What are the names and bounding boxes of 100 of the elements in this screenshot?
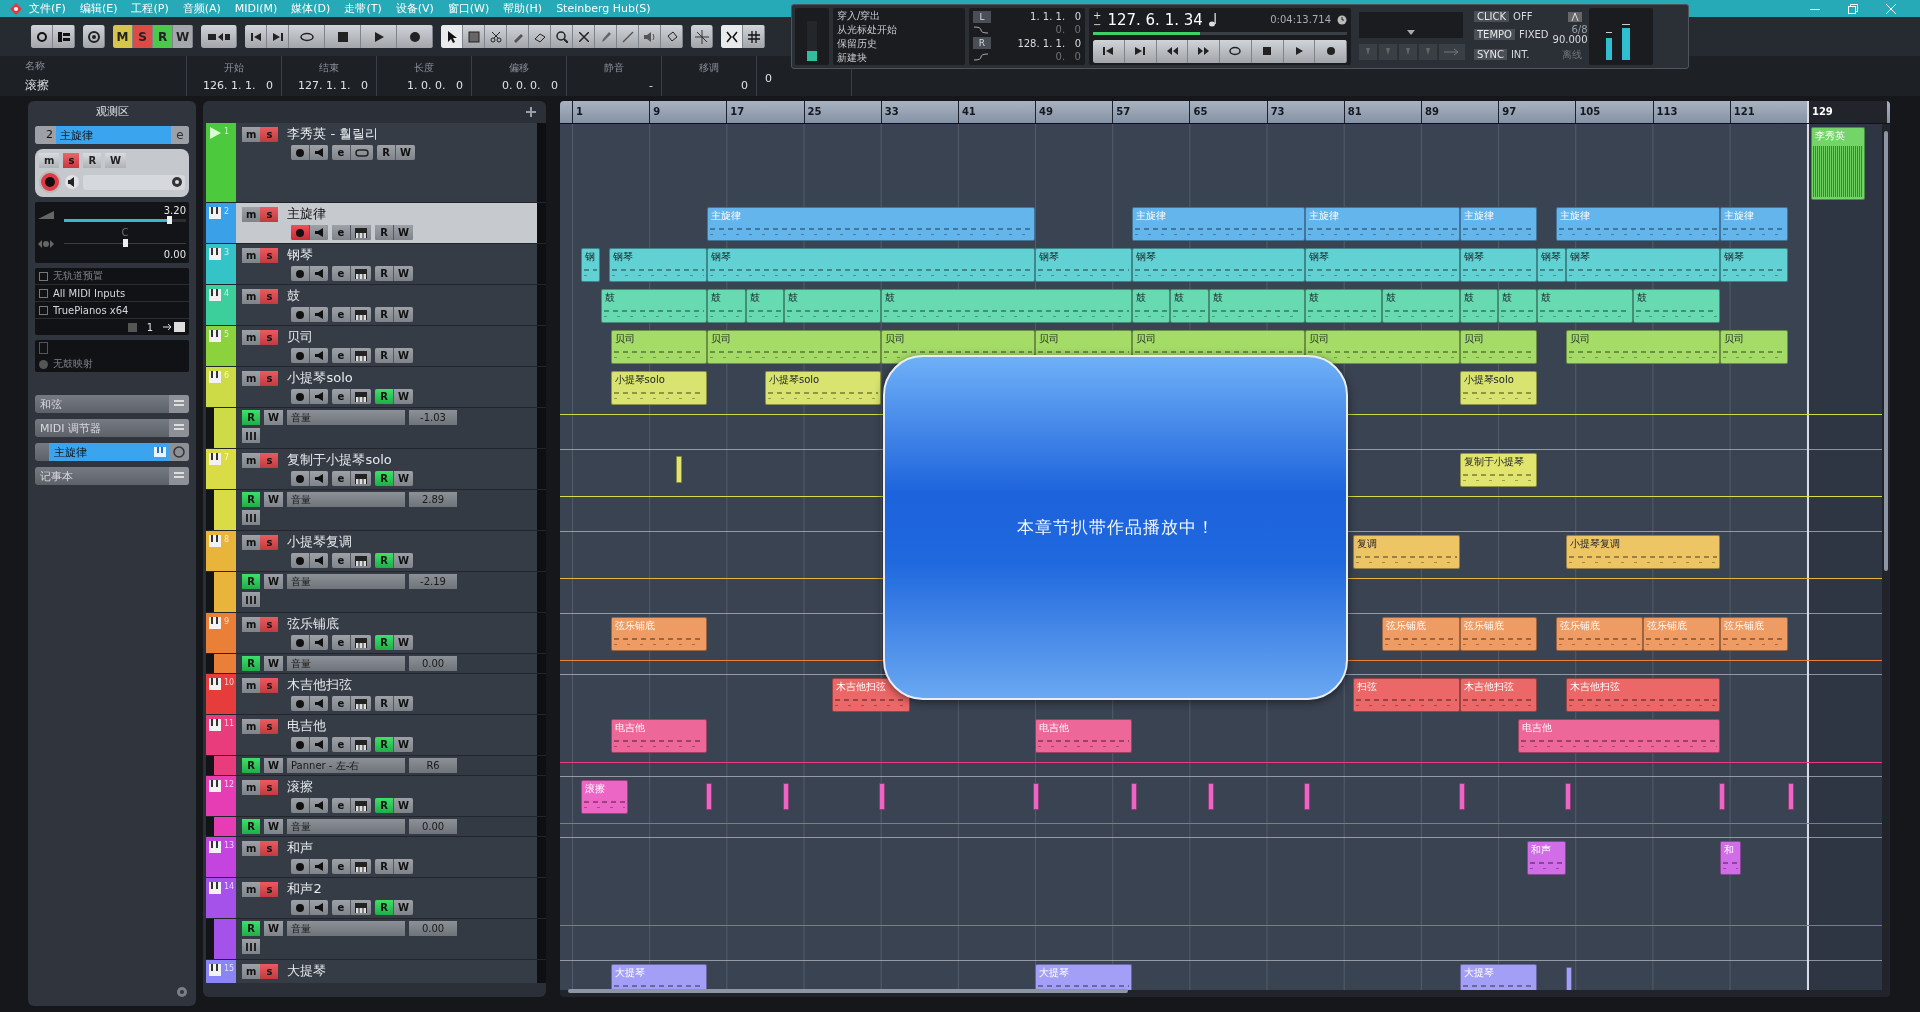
record-button[interactable] [291,348,309,363]
automation-lane-header[interactable]: R W Panner - 左-右 R6 [206,756,546,776]
monitor-button[interactable] [310,307,328,322]
nudge-plus[interactable]: + [1093,10,1102,20]
read-button[interactable]: R [242,921,260,936]
edit-button[interactable]: e [332,798,350,813]
range-tool-button[interactable] [463,25,486,48]
midi-clip[interactable]: 钢琴 [707,248,1036,282]
midi-clip[interactable]: 钢琴 [1035,248,1132,282]
solo-button[interactable]: s [260,126,279,142]
track-selector[interactable]: 主旋律 [56,126,171,144]
marker-icon[interactable] [1379,44,1397,60]
solo-button[interactable]: s [63,153,80,168]
edit-button[interactable]: e [332,145,350,160]
solo-button[interactable]: s [260,779,279,795]
midi-event-clip[interactable] [706,783,713,810]
write-button[interactable]: W [394,798,414,813]
write-button[interactable]: W [394,696,414,711]
click-button[interactable]: CLICK [1474,11,1510,23]
edit-button[interactable]: e [332,389,350,404]
midi-event-clip[interactable] [1304,783,1311,810]
midi-clip[interactable]: 鼓 [1170,289,1209,323]
midi-clip[interactable]: 钢 [580,248,600,282]
info-value[interactable]: 0. 0. 0. 0 [480,78,558,92]
lanes-button[interactable] [242,592,260,607]
solo-button[interactable]: s [260,247,279,263]
parameter-value[interactable]: 2.89 [409,492,458,507]
monitor-button[interactable] [310,471,328,486]
solo-button[interactable]: s [260,718,279,734]
channel-value[interactable]: 1 [146,321,153,333]
routing-field[interactable]: All MIDI Inputs [35,285,189,302]
midi-clip[interactable]: 钢琴 [1565,248,1721,282]
parameter-field[interactable]: 音量 [287,921,406,936]
track-header[interactable]: 7 m s 复制于小提琴solo e R W [206,449,546,490]
read-button[interactable]: R [375,307,393,322]
write-button[interactable]: W [264,574,284,589]
vertical-scrollbar[interactable] [1884,131,1888,571]
mute-button[interactable]: m [242,452,261,468]
write-button[interactable]: W [264,819,284,834]
track-header[interactable]: 15 m s 大提琴 [206,960,546,983]
left-locator-button[interactable]: L [973,10,991,23]
write-button[interactable]: W [394,225,414,240]
marker-icon[interactable] [1419,44,1437,60]
mute-button[interactable]: m [242,247,261,263]
midi-event-clip[interactable] [1033,783,1040,810]
midi-clip[interactable]: 贝司 [610,330,708,364]
settings-icon[interactable] [176,986,188,998]
mode-button[interactable]: M [113,25,133,48]
parameter-value[interactable]: R6 [409,758,458,773]
loop-button[interactable] [289,25,326,48]
inspector-section[interactable]: MIDI 调节器 [35,419,189,437]
monitor-button[interactable] [310,798,328,813]
monitor-button[interactable] [310,737,328,752]
midi-clip[interactable]: 鼓 [1459,289,1499,323]
midi-clip[interactable]: 鼓 [600,289,708,323]
split-tool-button[interactable] [485,25,508,48]
midi-clip[interactable]: 钢琴 [1305,248,1460,282]
record-button[interactable] [291,859,309,874]
midi-event-clip[interactable] [1565,967,1572,990]
midi-clip[interactable]: 复调 [1353,535,1460,569]
automation-lane-header[interactable]: R W 音量 0.00 [206,817,546,837]
automation-lane-header[interactable]: R W 音量 2.89 [206,490,546,531]
solo-button[interactable]: s [260,370,279,386]
record-button[interactable] [291,471,309,486]
inspector-section[interactable]: 记事本 [35,467,189,485]
edit-button[interactable]: e [332,635,350,650]
marker-dropdown[interactable] [1359,12,1463,38]
instrument-button[interactable] [351,798,371,813]
skip-back-button[interactable] [1093,39,1125,63]
record-button[interactable] [291,737,309,752]
parameter-value[interactable]: 0.00 [409,656,458,671]
instrument-button[interactable] [351,348,371,363]
monitor-button[interactable] [310,859,328,874]
midi-clip[interactable]: 鼓 [1131,289,1171,323]
skip-forward-button[interactable] [1124,39,1157,63]
midi-clip[interactable]: 鼓 [707,289,746,323]
mute-button[interactable]: m [242,616,261,632]
write-button[interactable]: W [264,492,284,507]
midi-event-clip[interactable] [1458,783,1465,810]
monitor-button[interactable] [310,145,328,160]
solo-button[interactable]: s [260,288,279,304]
solo-button[interactable]: s [260,963,279,979]
read-button[interactable]: R [375,696,393,711]
write-button[interactable]: W [394,471,414,486]
instrument-button[interactable] [351,553,371,568]
edit-button[interactable]: e [332,696,350,711]
transport-option[interactable]: 保留历史 [837,37,961,51]
parameter-value[interactable]: 0.00 [409,819,458,834]
midi-event-clip[interactable] [1130,783,1137,810]
write-button[interactable]: W [394,553,414,568]
read-button[interactable]: R [242,574,260,589]
parameter-field[interactable]: 音量 [287,656,406,671]
solo-button[interactable]: s [260,534,279,550]
position-bar[interactable] [1093,31,1347,35]
rewind-button[interactable] [1156,39,1189,63]
write-button[interactable]: W [394,389,414,404]
mute-button[interactable]: m [242,288,261,304]
read-button[interactable]: R [242,758,260,773]
skip-forward-button[interactable] [267,25,290,48]
lanes-button[interactable] [242,939,260,954]
